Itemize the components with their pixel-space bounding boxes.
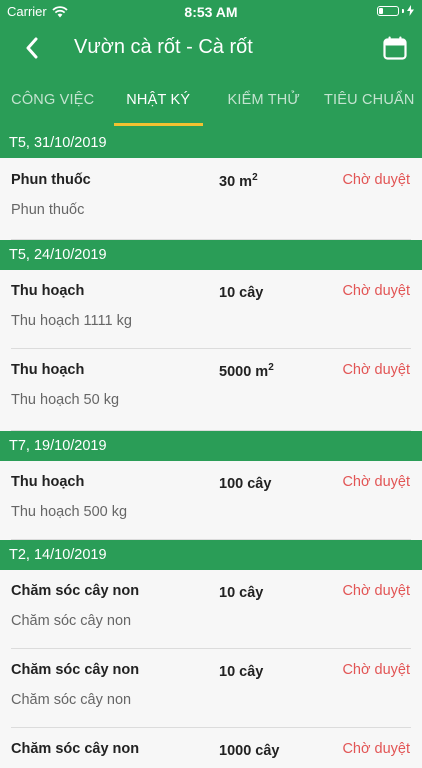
quantity-value: 5000 m — [219, 364, 268, 380]
activity-name: Chăm sóc cây non — [11, 662, 139, 678]
quantity-value: 10 cây — [219, 285, 263, 301]
approval-status: Chờ duyệt — [342, 741, 410, 757]
row-divider — [11, 430, 411, 431]
row-divider — [11, 239, 411, 240]
activity-name: Chăm sóc cây non — [11, 583, 139, 599]
date-header: T2, 14/10/2019 — [0, 540, 422, 570]
activity-description: Thu hoạch 50 kg — [11, 392, 119, 408]
calendar-icon[interactable] — [382, 35, 408, 61]
row-divider — [11, 539, 411, 540]
navigation-bar: Vườn cà rốt - Cà rốt — [0, 22, 422, 74]
date-header: T5, 31/10/2019 — [0, 128, 422, 158]
activity-name: Thu hoạch — [11, 283, 84, 299]
activity-name: Chăm sóc cây non — [11, 741, 139, 757]
date-header: T7, 19/10/2019 — [0, 431, 422, 461]
battery-icon — [377, 5, 414, 16]
approval-status: Chờ duyệt — [342, 662, 410, 678]
activity-description: Thu hoạch 500 kg — [11, 504, 127, 520]
status-bar: Carrier 8:53 AM — [0, 0, 422, 22]
log-entry[interactable]: Thu hoạch 10 cây Chờ duyệt Thu hoạch 1111 k… — [0, 270, 422, 349]
log-entry[interactable]: Thu hoạch 5000 m2 Chờ duyệt Thu hoạch 50 kg — [0, 349, 422, 431]
approval-status: Chờ duyệt — [342, 283, 410, 299]
charging-icon — [407, 5, 414, 16]
approval-status: Chờ duyệt — [342, 583, 410, 599]
activity-quantity: 10 cây — [219, 283, 263, 301]
quantity-unit-exponent: 2 — [268, 362, 274, 373]
quantity-value: 10 cây — [219, 664, 263, 680]
diary-log-list: T5, 31/10/2019Phun thuốc30 m2Chờ duyệtPh… — [0, 128, 422, 768]
activity-quantity: 10 cây — [219, 583, 263, 601]
activity-description: Chăm sóc cây non — [11, 692, 131, 708]
tab-diary[interactable]: NHẬT KÝ — [106, 74, 212, 128]
tab-work[interactable]: CÔNG VIỆC — [0, 74, 106, 128]
activity-quantity: 30 m2 — [219, 172, 258, 190]
status-time: 8:53 AM — [0, 4, 422, 20]
date-header: T5, 24/10/2019 — [0, 240, 422, 270]
quantity-value: 1000 cây — [219, 743, 279, 759]
quantity-value: 30 m — [219, 174, 252, 190]
tab-bar: CÔNG VIỆCNHẬT KÝKIỂM THỬTIÊU CHUẨN — [0, 74, 422, 128]
page-title: Vườn cà rốt - Cà rốt — [74, 36, 253, 59]
approval-status: Chờ duyệt — [342, 474, 410, 490]
approval-status: Chờ duyệt — [342, 362, 410, 378]
activity-quantity: 5000 m2 — [219, 362, 274, 380]
quantity-value: 10 cây — [219, 585, 263, 601]
log-entry[interactable]: Phun thuốc 30 m2 Chờ duyệt Phun thuốc — [0, 158, 422, 240]
log-entry[interactable]: Thu hoạch 100 cây Chờ duyệt Thu hoạch 500 k… — [0, 461, 422, 540]
activity-name: Thu hoạch — [11, 474, 84, 490]
log-entry[interactable]: Chăm sóc cây non 10 cây Chờ duyệt Chăm sóc … — [0, 649, 422, 728]
activity-description: Chăm sóc cây non — [11, 613, 131, 629]
approval-status: Chờ duyệt — [342, 172, 410, 188]
activity-description: Phun thuốc — [11, 202, 84, 218]
log-entry[interactable]: Chăm sóc cây non 1000 cây Chờ duyệt — [0, 728, 422, 768]
activity-description: Thu hoạch 1111 kg — [11, 313, 132, 329]
activity-quantity: 10 cây — [219, 662, 263, 680]
back-button[interactable] — [18, 34, 46, 62]
quantity-unit-exponent: 2 — [252, 172, 258, 183]
app-header: Carrier 8:53 AM Vườn cà rốt - Cà rốt — [0, 0, 422, 128]
tab-standards[interactable]: TIÊU CHUẨN — [317, 74, 422, 128]
tab-testing[interactable]: KIỂM THỬ — [211, 74, 317, 128]
activity-name: Phun thuốc — [11, 172, 91, 188]
chevron-left-icon — [25, 37, 39, 59]
activity-name: Thu hoạch — [11, 362, 84, 378]
activity-quantity: 100 cây — [219, 474, 271, 492]
log-entry[interactable]: Chăm sóc cây non 10 cây Chờ duyệt Chăm sóc … — [0, 570, 422, 649]
quantity-value: 100 cây — [219, 476, 271, 492]
